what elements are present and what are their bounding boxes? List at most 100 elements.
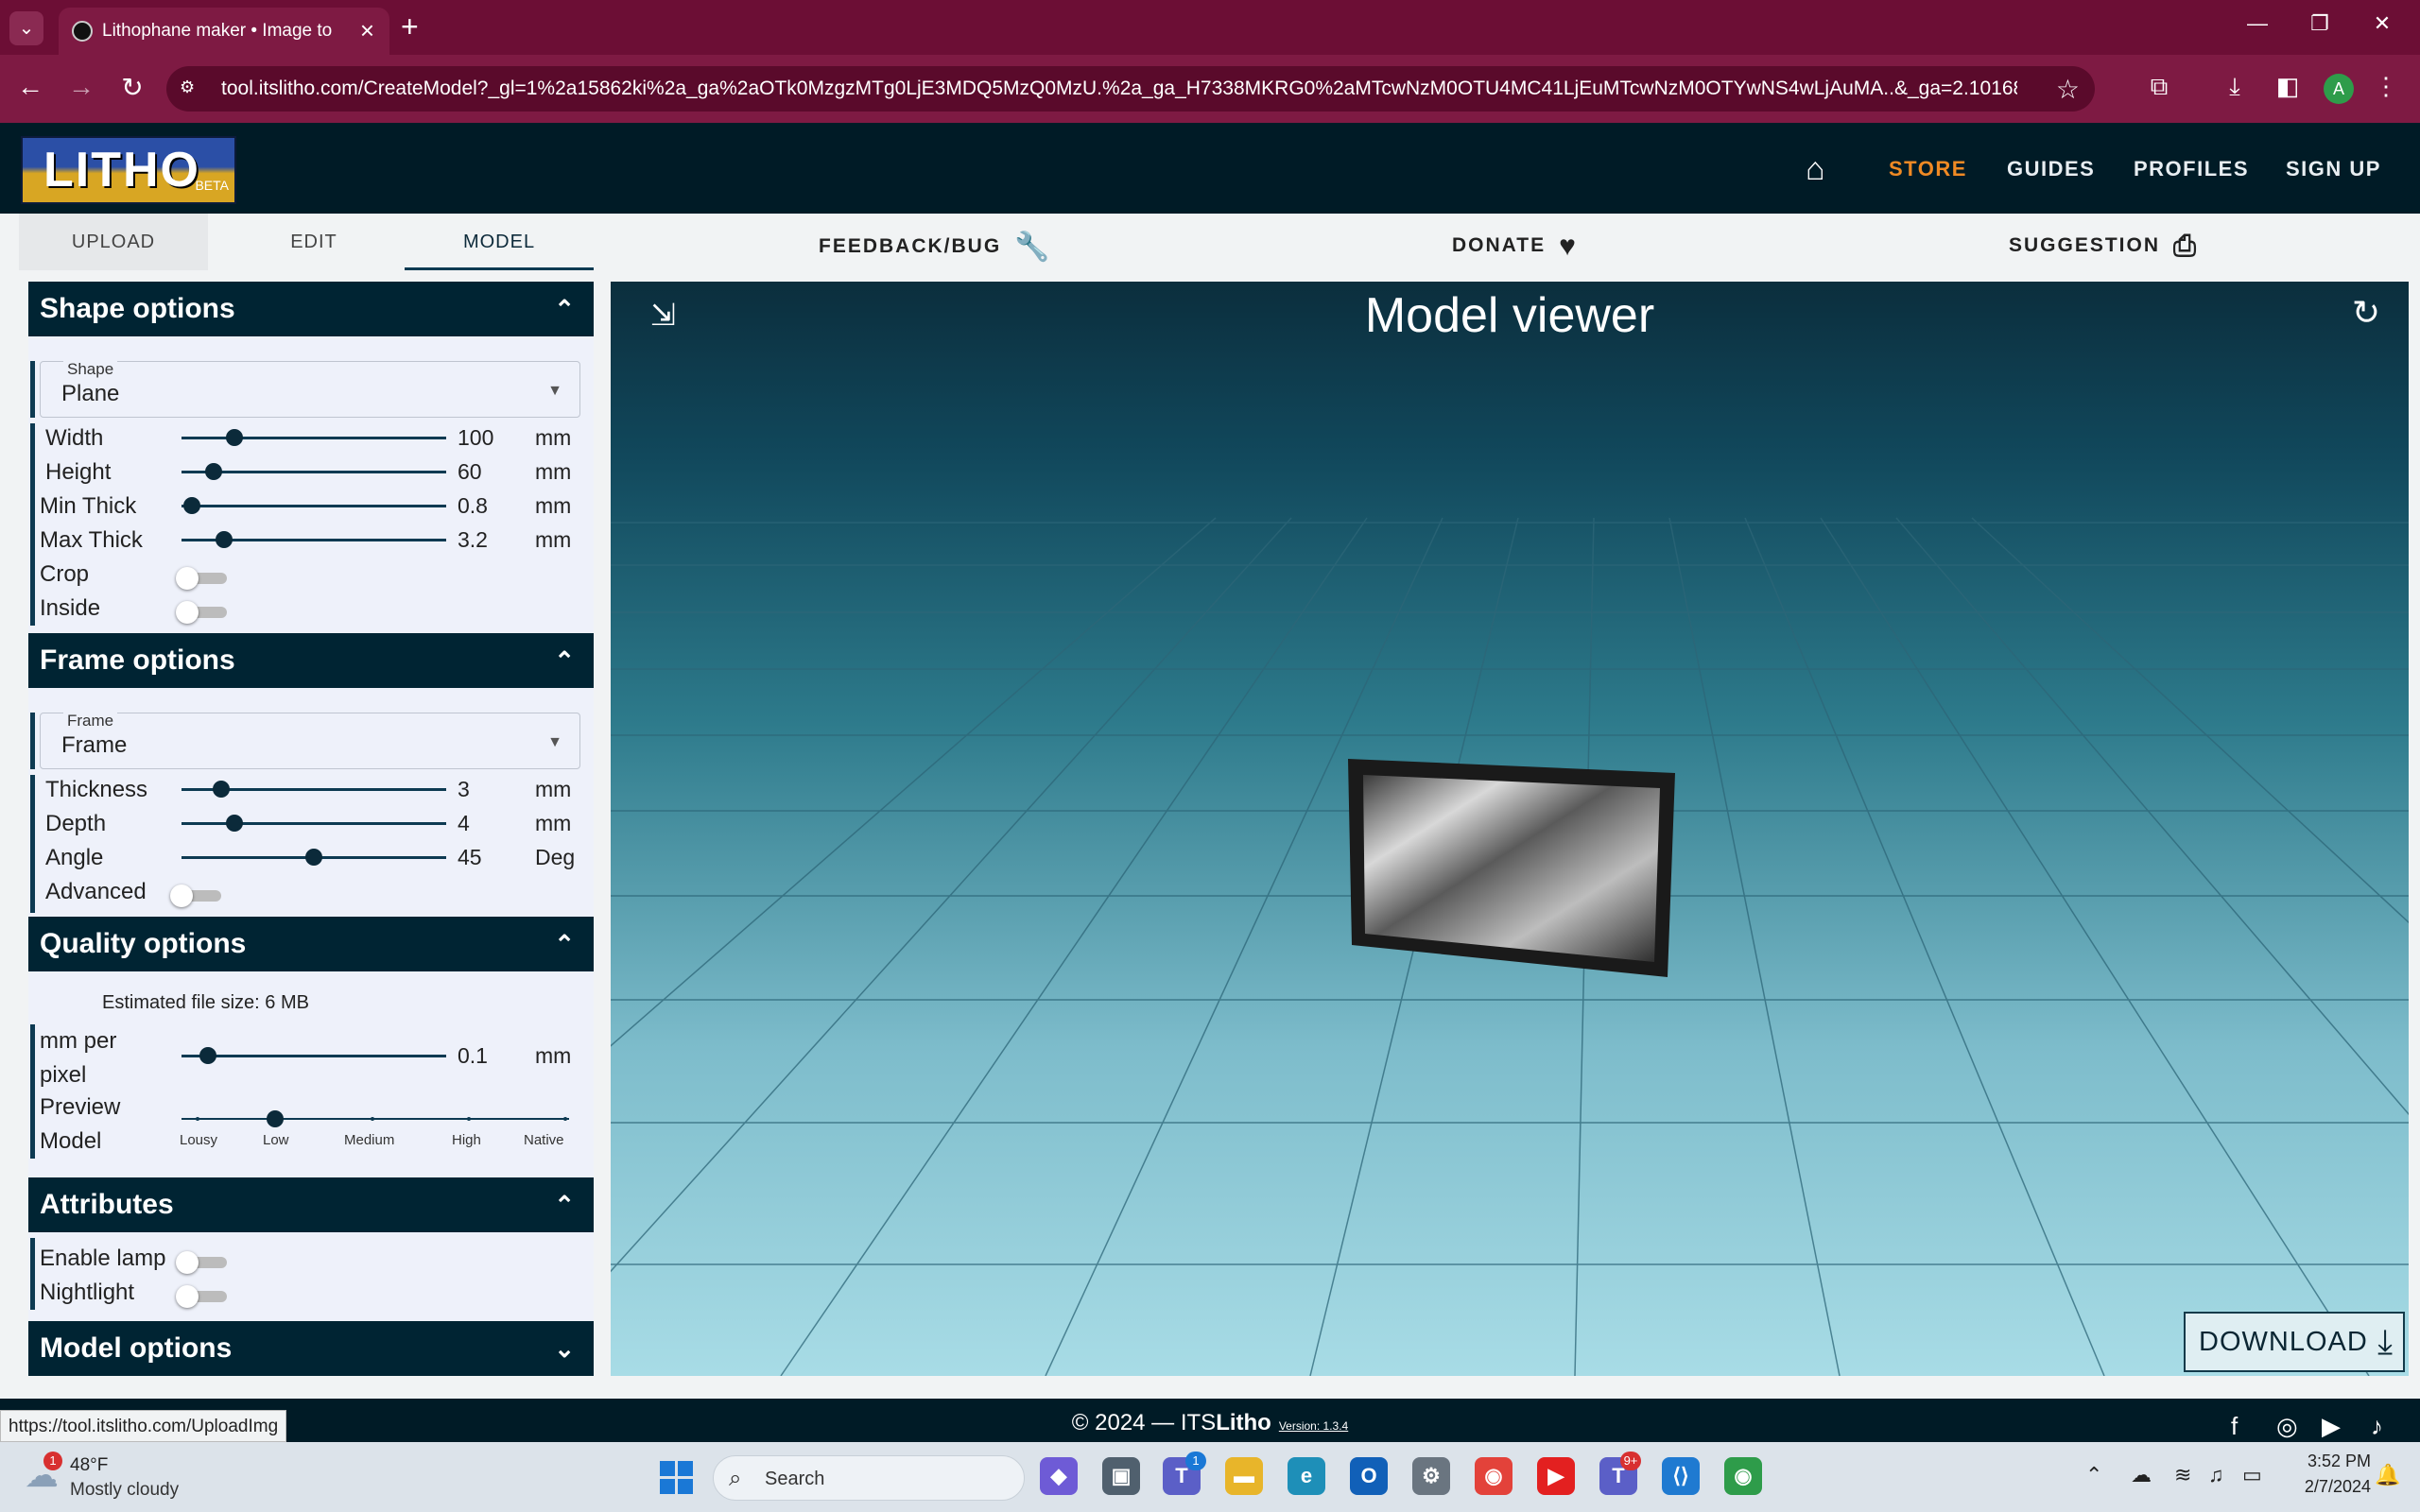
crop-label: Crop <box>40 561 90 587</box>
width-slider-handle[interactable] <box>226 429 243 446</box>
back-icon[interactable]: ← <box>13 72 47 102</box>
model-options-header[interactable]: Model options ⌄ <box>28 1321 594 1376</box>
task-view-icon[interactable]: ▣ <box>1102 1457 1140 1495</box>
dropdown-arrow-icon: ▼ <box>547 734 562 750</box>
enable-lamp-toggle-knob[interactable] <box>176 1251 199 1274</box>
download-button[interactable]: DOWNLOAD ⤓ <box>2184 1312 2405 1372</box>
copilot-icon[interactable]: ◆ <box>1040 1457 1078 1495</box>
vscode-icon[interactable]: ⟨⟩ <box>1662 1457 1700 1495</box>
height-label: Height <box>45 459 112 485</box>
shape-options-header[interactable]: Shape options ⌃ <box>28 282 594 336</box>
attributes-header[interactable]: Attributes ⌃ <box>28 1177 594 1232</box>
bookmark-star-icon[interactable]: ☆ <box>2056 74 2080 105</box>
nav-sign-up[interactable]: SIGN UP <box>2286 157 2381 181</box>
url-text[interactable]: tool.itslitho.com/CreateModel?_gl=1%2a15… <box>221 77 2017 100</box>
donate-button[interactable]: DONATE ♥ <box>1452 231 1578 263</box>
mm-per-pixel-value: 0.1 <box>458 1043 488 1068</box>
version-link[interactable]: Version: 1.3.4 <box>1279 1419 1348 1433</box>
windows-start-icon[interactable] <box>660 1461 694 1495</box>
angle-value: 45 <box>458 845 482 869</box>
address-bar[interactable]: ⚙ tool.itslitho.com/CreateModel?_gl=1%2a… <box>166 66 2095 112</box>
nightlight-toggle-knob[interactable] <box>176 1285 199 1308</box>
angle-slider-handle[interactable] <box>305 849 322 866</box>
tick-native: Native <box>524 1132 564 1148</box>
model-viewer[interactable]: ⇲ Model viewer ↻ DOWNLOAD ⤓ <box>611 282 2409 1376</box>
min-thick-slider-handle[interactable] <box>183 497 201 514</box>
itslitho-logo[interactable]: LITHO BETA <box>21 136 236 204</box>
tab-close-icon[interactable]: × <box>360 16 374 45</box>
side-panel-icon[interactable]: ◧ <box>2271 72 2305 101</box>
minimize-icon[interactable]: — <box>2238 11 2276 36</box>
facebook-icon[interactable]: f <box>2231 1412 2238 1441</box>
download-label: DOWNLOAD <box>2199 1327 2368 1357</box>
tab-search-button[interactable]: ⌄ <box>9 11 43 45</box>
reload-icon[interactable]: ↻ <box>115 72 149 103</box>
preview-quality-handle[interactable] <box>267 1110 284 1127</box>
nav-store[interactable]: STORE <box>1889 157 1967 181</box>
youtube-music-icon[interactable]: ▶ <box>1537 1457 1575 1495</box>
home-icon[interactable]: ⌂ <box>1806 151 1825 188</box>
new-tab-button[interactable]: + <box>401 11 419 42</box>
mm-per-pixel-slider-handle[interactable] <box>199 1047 216 1064</box>
refresh-view-icon[interactable]: ↻ <box>2352 293 2380 333</box>
chrome-profile-icon[interactable]: ◉ <box>1724 1457 1762 1495</box>
window-close-icon[interactable]: ✕ <box>2363 11 2401 36</box>
browser-toolbar: ← → ↻ ⚙ tool.itslitho.com/CreateModel?_g… <box>0 55 2420 123</box>
min-thick-slider[interactable] <box>182 505 446 507</box>
profile-avatar[interactable]: A <box>2324 74 2354 104</box>
notifications-bell-icon[interactable]: 🔔 <box>2375 1463 2400 1487</box>
shape-select[interactable]: Shape Plane ▼ <box>40 360 580 418</box>
onedrive-icon[interactable]: ☁ <box>2131 1463 2152 1487</box>
battery-icon[interactable]: ▭ <box>2242 1463 2262 1487</box>
height-value: 60 <box>458 459 482 484</box>
site-favicon-icon <box>72 21 93 42</box>
site-info-icon[interactable]: ⚙ <box>180 77 202 100</box>
chrome-icon[interactable]: ◉ <box>1475 1457 1512 1495</box>
outlook-icon[interactable]: O <box>1350 1457 1388 1495</box>
frame-options-header[interactable]: Frame options ⌃ <box>28 633 594 688</box>
preview-quality-slider[interactable] <box>182 1118 569 1120</box>
advanced-toggle-knob[interactable] <box>170 885 193 907</box>
file-explorer-icon[interactable]: ▬ <box>1225 1457 1263 1495</box>
taskbar-search-label: Search <box>765 1469 825 1489</box>
mm-per-pixel-slider[interactable] <box>182 1055 446 1057</box>
extensions-icon[interactable]: ⧉ <box>2142 72 2176 102</box>
edge-icon[interactable]: e <box>1288 1457 1325 1495</box>
inside-toggle-knob[interactable] <box>176 601 199 624</box>
thickness-slider-handle[interactable] <box>213 781 230 798</box>
max-thick-slider-handle[interactable] <box>215 531 233 548</box>
logo-beta: BETA <box>195 178 229 193</box>
settings-icon[interactable]: ⚙ <box>1412 1457 1450 1495</box>
frame-select[interactable]: Frame Frame ▼ <box>40 712 580 769</box>
frame-select-label: Frame <box>63 712 118 730</box>
menu-kebab-icon[interactable]: ⋮ <box>2369 72 2403 101</box>
nav-profiles[interactable]: PROFILES <box>2134 157 2249 181</box>
volume-icon[interactable]: ♫ <box>2208 1463 2224 1487</box>
tab-model[interactable]: MODEL <box>405 214 594 270</box>
taskbar-clock[interactable]: 3:52 PM 2/7/2024 <box>2276 1452 2371 1503</box>
depth-slider-handle[interactable] <box>226 815 243 832</box>
enable-lamp-label: Enable lamp <box>40 1246 166 1271</box>
youtube-icon[interactable]: ▶ <box>2322 1412 2341 1441</box>
depth-slider[interactable] <box>182 822 446 825</box>
forward-icon[interactable]: → <box>64 72 98 102</box>
crop-toggle-knob[interactable] <box>176 567 199 590</box>
width-slider[interactable] <box>182 437 446 439</box>
browser-tab-active[interactable]: Lithophane maker • Image to Li × <box>59 8 389 55</box>
nav-guides[interactable]: GUIDES <box>2007 157 2095 181</box>
instagram-icon[interactable]: ◎ <box>2276 1412 2298 1441</box>
tab-edit[interactable]: EDIT <box>219 214 408 270</box>
taskbar-search[interactable]: ⌕ Search <box>713 1455 1025 1501</box>
tray-chevron-icon[interactable]: ⌃ <box>2085 1463 2102 1487</box>
feedback-bug-button[interactable]: FEEDBACK/BUG 🔧 <box>819 231 1052 264</box>
browser-tab-strip: ⌄ Lithophane maker • Image to Li × + — ❐… <box>0 0 2420 55</box>
suggestion-button[interactable]: SUGGESTION ⎙ <box>2009 231 2198 263</box>
wifi-icon[interactable]: ≋ <box>2174 1463 2191 1487</box>
height-slider-handle[interactable] <box>204 463 222 480</box>
quality-options-header[interactable]: Quality options ⌃ <box>28 917 594 971</box>
tab-upload[interactable]: UPLOAD <box>19 214 208 270</box>
downloads-icon[interactable]: ⤓ <box>2218 72 2252 102</box>
restore-icon[interactable]: ❐ <box>2301 11 2339 36</box>
tick-mark <box>196 1117 199 1121</box>
tiktok-icon[interactable]: ♪ <box>2371 1412 2383 1441</box>
